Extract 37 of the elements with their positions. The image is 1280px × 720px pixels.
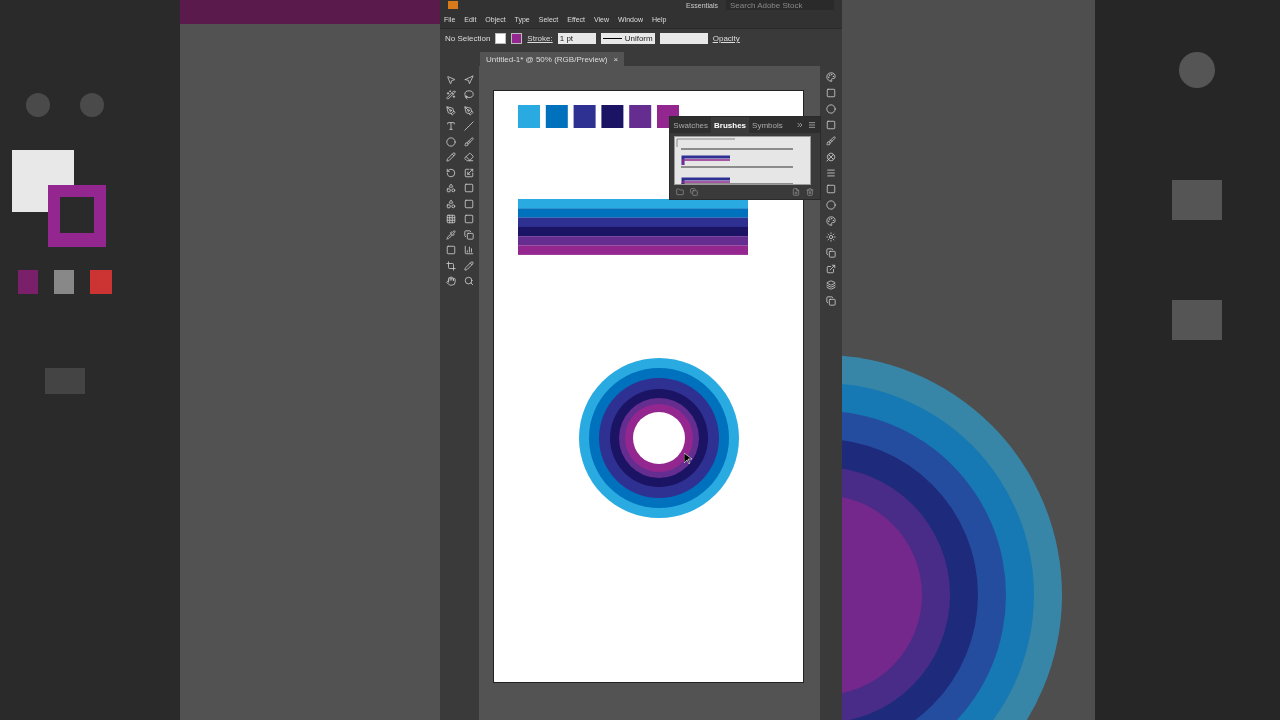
search-field[interactable]: Search Adobe Stock [726,0,834,10]
panel-icon[interactable] [826,248,837,258]
new-brush-icon[interactable] [792,188,801,196]
library-icon[interactable] [676,188,685,196]
panel-icon[interactable] [826,296,837,306]
panel-tab[interactable]: Brushes [711,117,750,133]
panel-icon[interactable] [826,264,837,274]
cursor-icon [684,453,693,464]
panel-icon[interactable] [826,280,837,290]
profile-dropdown[interactable]: Uniform [600,33,655,44]
menu-icon[interactable] [808,121,817,129]
fill-swatch[interactable] [495,33,507,44]
document-tab[interactable]: Untitled-1* @ 50% (RGB/Preview) [486,54,608,64]
stroke-label[interactable]: Stroke: [527,34,553,43]
panel-icon[interactable] [826,232,837,242]
panel-icon[interactable] [826,72,837,82]
panel-tab[interactable]: Swatches [670,117,712,133]
opacity-label[interactable]: Opacity [712,34,740,43]
delete-icon[interactable] [806,188,815,196]
panel-icon[interactable] [826,120,837,130]
close-tab-button[interactable]: × [613,54,619,64]
options-icon[interactable] [690,188,699,196]
panel-icon[interactable] [826,184,837,194]
panel-icon[interactable] [826,216,837,226]
panel-icon[interactable] [826,104,837,114]
panel-icon[interactable] [826,136,837,146]
panel-icon[interactable] [826,200,837,210]
stroke-weight-field[interactable]: 1 pt [557,33,596,44]
panel-icon[interactable] [826,88,837,98]
app-logo [448,1,458,9]
panel-icon[interactable] [826,168,837,178]
panel-icon[interactable] [826,152,837,162]
stroke-swatch[interactable] [511,33,523,44]
panel-tab[interactable]: Symbols [749,117,786,133]
selection-label: No Selection [445,34,491,43]
brush-list[interactable] [674,136,812,185]
expand-icon[interactable] [796,121,805,129]
